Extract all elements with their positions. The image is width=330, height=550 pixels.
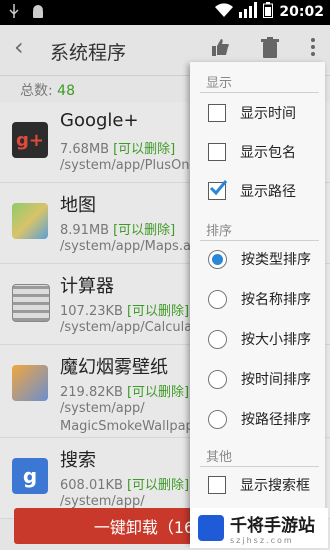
app-path: /system/app/Calcula	[60, 320, 193, 335]
option-sort-type[interactable]: 按类型排序	[208, 244, 311, 274]
status-bar: 20:02	[0, 0, 330, 25]
radio-unselected[interactable]	[208, 409, 227, 429]
android-debug-icon	[30, 4, 46, 24]
radio-selected[interactable]	[208, 249, 227, 269]
option-show-path[interactable]: 显示路径	[208, 176, 296, 206]
overflow-menu-icon[interactable]	[310, 37, 316, 63]
menu-section-sort: 排序	[206, 224, 233, 239]
signal-icon	[239, 2, 258, 22]
app-meta: 219.82KB [可以删除]	[60, 385, 190, 400]
app-path: /system/app/	[60, 401, 145, 416]
radio-unselected[interactable]	[208, 369, 227, 389]
status-time: 20:02	[279, 4, 324, 20]
app-meta: 107.23KB [可以删除]	[60, 304, 190, 319]
logo-domain: szjhsz.com	[230, 536, 294, 545]
checkbox-unchecked[interactable]	[208, 104, 226, 122]
option-show-package[interactable]: 显示包名	[208, 137, 296, 167]
app-meta: 7.68MB [可以删除]	[60, 142, 176, 157]
app-name: 魔幻烟雾壁纸	[60, 357, 168, 378]
thumbs-up-icon[interactable]	[210, 37, 230, 63]
total-label: 总数:	[20, 83, 53, 99]
logo-icon	[198, 515, 224, 541]
menu-section-other: 其他	[206, 450, 233, 465]
app-name: 地图	[60, 195, 96, 216]
wallpaper-icon	[12, 365, 48, 401]
google-search-icon: g	[12, 458, 48, 494]
app-path: /system/app/PlusOn	[60, 158, 190, 173]
radio-unselected[interactable]	[208, 329, 227, 349]
radio-unselected[interactable]	[208, 289, 227, 309]
calculator-icon	[12, 284, 50, 322]
option-sort-size[interactable]: 按大小排序	[208, 324, 311, 354]
divider	[200, 466, 319, 467]
maps-icon	[12, 203, 48, 239]
option-sort-path[interactable]: 按路径排序	[208, 404, 311, 434]
divider	[200, 92, 319, 93]
checkbox-unchecked[interactable]	[208, 476, 226, 494]
checkmark-icon	[209, 180, 228, 196]
app-path: /system/app/Maps.a	[60, 239, 191, 254]
checkbox-unchecked[interactable]	[208, 143, 226, 161]
option-show-search[interactable]: 显示搜索框	[208, 470, 310, 500]
app-name: 计算器	[60, 276, 114, 297]
trash-icon[interactable]	[260, 37, 280, 63]
wifi-icon	[215, 3, 234, 21]
options-menu: 显示 显示时间 显示包名 显示路径 排序 按类型排序 按名称排序 按大小排序 按…	[190, 62, 325, 542]
app-meta: 8.91MB [可以删除]	[60, 223, 176, 238]
watermark-logo: 千将手游站 szjhsz.com	[190, 508, 328, 548]
option-show-time[interactable]: 显示时间	[208, 98, 296, 128]
back-icon[interactable]: ‹	[14, 33, 24, 61]
total-count: 总数: 48	[20, 80, 75, 100]
app-path-continued: MagicSmokeWallpap	[60, 419, 194, 434]
logo-name: 千将手游站	[230, 516, 315, 536]
google-plus-icon: g+	[12, 122, 48, 158]
total-value: 48	[57, 83, 75, 99]
menu-section-display: 显示	[206, 76, 233, 91]
app-name: Google+	[60, 110, 139, 131]
app-meta: 608.01KB [可以删除]	[60, 478, 190, 493]
checkbox-checked[interactable]	[208, 180, 228, 200]
app-path: /system/app/	[60, 494, 145, 509]
divider	[200, 240, 319, 241]
option-sort-time[interactable]: 按时间排序	[208, 364, 311, 394]
option-sort-name[interactable]: 按名称排序	[208, 284, 311, 314]
battery-icon	[263, 2, 274, 22]
app-name: 搜索	[60, 450, 96, 471]
usb-icon	[8, 4, 20, 24]
page-title: 系统程序	[50, 42, 127, 64]
